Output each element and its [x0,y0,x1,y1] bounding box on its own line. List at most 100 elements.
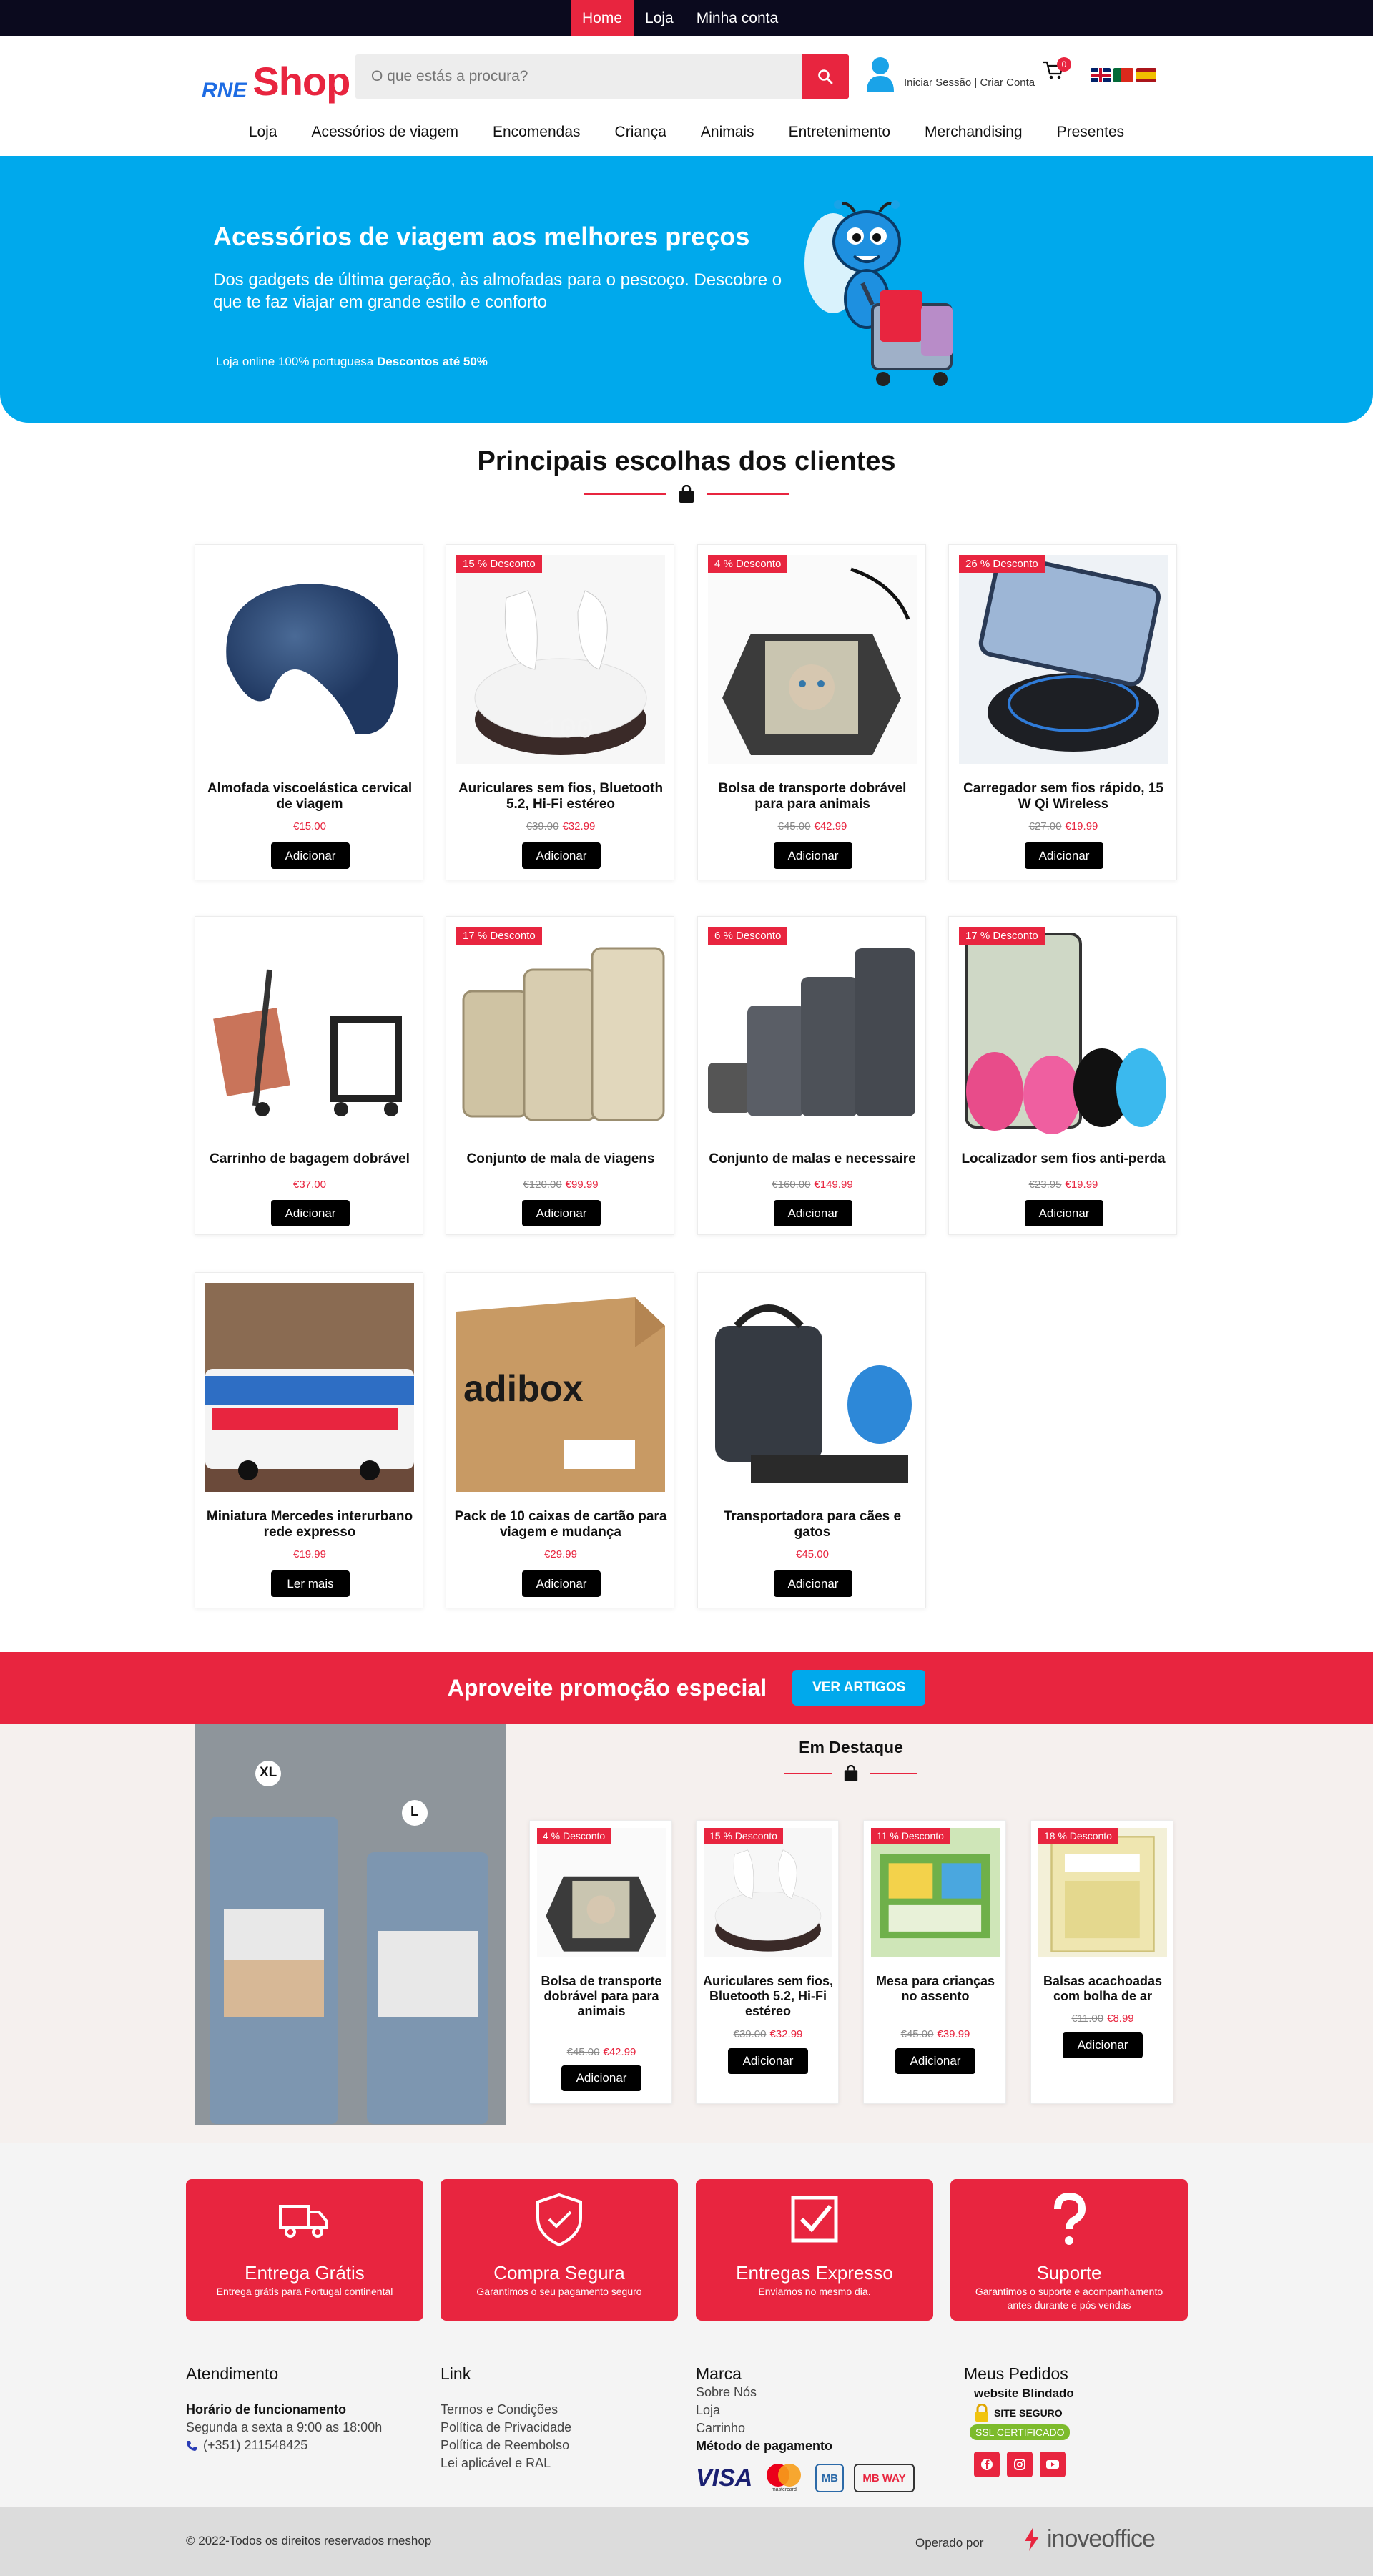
product-card[interactable]: Almofada viscoelástica cervical de viage… [195,544,423,880]
site-logo[interactable]: RNE Shop [202,51,350,102]
footer-link-refund[interactable]: Política de Reembolso [441,2437,669,2454]
product-image[interactable] [205,1283,414,1492]
nav-presentes[interactable]: Presentes [1057,114,1125,150]
product-price: €45.00 [698,1548,927,1560]
nav-acessorios-viagem[interactable]: Acessórios de viagem [312,114,458,150]
product-card[interactable]: 26 % Desconto Carregador sem fios rápido… [948,544,1177,880]
add-to-cart-button[interactable]: Adicionar [728,2048,808,2074]
product-image[interactable] [205,927,414,1136]
featured-product-card[interactable]: 15 % Desconto Auriculares sem fios, Blue… [696,1820,839,2104]
nav-crianca[interactable]: Criança [615,114,666,150]
product-card[interactable]: Miniatura Mercedes interurbano rede expr… [195,1272,423,1608]
product-image[interactable] [537,1828,666,1957]
nav-loja[interactable]: Loja [249,114,277,150]
add-to-cart-button[interactable]: Adicionar [522,1570,601,1597]
view-items-button[interactable]: VER ARTIGOS [792,1670,926,1706]
featured-product-card[interactable]: 11 % Desconto Mesa para crianças no asse… [863,1820,1006,2104]
topnav-minha-conta[interactable]: Minha conta [685,0,789,36]
product-image[interactable] [456,927,665,1136]
add-to-cart-button[interactable]: Adicionar [1025,842,1103,869]
add-to-cart-button[interactable]: Adicionar [1025,1200,1103,1226]
question-icon [1054,2192,1086,2245]
footer-link-about[interactable]: Sobre Nós [696,2384,939,2402]
youtube-icon[interactable] [1040,2452,1066,2477]
product-image[interactable] [959,927,1168,1136]
product-image[interactable] [959,555,1168,764]
add-to-cart-button[interactable]: Adicionar [774,1570,852,1597]
product-title[interactable]: Carrinho de bagagem dobrável [202,1151,417,1167]
product-title[interactable]: Conjunto de malas e necessaire [705,1151,920,1167]
nav-encomendas[interactable]: Encomendas [493,114,581,150]
footer-link-privacy[interactable]: Política de Privacidade [441,2419,669,2437]
read-more-button[interactable]: Ler mais [271,1570,350,1597]
product-title[interactable]: Auriculares sem fios, Bluetooth 5.2, Hi-… [702,1974,834,2019]
operator-name: inoveoffice [1047,2525,1156,2552]
product-title[interactable]: Balsas acachoadas com bolha de ar [1037,1974,1168,2004]
product-card[interactable]: 17 % Desconto Localizador sem fios anti-… [948,916,1177,1235]
product-title[interactable]: Carregador sem fios rápido, 15 W Qi Wire… [956,781,1171,812]
product-card[interactable]: 4 % Desconto Bolsa de transporte dobráve… [697,544,926,880]
product-image[interactable]: adibox [456,1283,665,1492]
product-image[interactable] [708,1283,917,1492]
product-image[interactable] [708,927,917,1136]
add-to-cart-button[interactable]: Adicionar [774,1200,852,1226]
add-to-cart-button[interactable]: Adicionar [271,842,350,869]
product-card[interactable]: Transportadora para cães e gatos €45.00 … [697,1272,926,1608]
phone-number[interactable]: (+351) 211548425 [203,2437,307,2454]
svg-text:100: 100 [542,714,594,747]
featured-product-card[interactable]: 18 % Desconto Balsas acachoadas com bolh… [1030,1820,1173,2104]
add-to-cart-button[interactable]: Adicionar [1063,2032,1143,2058]
product-card[interactable]: 15 % Desconto 100 Auriculares sem fios, … [446,544,674,880]
product-title[interactable]: Transportadora para cães e gatos [705,1509,920,1540]
product-image[interactable] [205,555,414,764]
product-title[interactable]: Localizador sem fios anti-perda [956,1151,1171,1167]
product-title[interactable]: Almofada viscoelástica cervical de viage… [202,781,417,812]
instagram-icon[interactable] [1007,2452,1033,2477]
product-title[interactable]: Auriculares sem fios, Bluetooth 5.2, Hi-… [453,781,668,812]
footer-col-marca: Marca Sobre Nós Loja Carrinho Método de … [696,2364,939,2494]
flag-en-icon[interactable] [1091,68,1111,82]
search-input[interactable] [355,54,799,99]
product-card[interactable]: adibox Pack de 10 caixas de cartão para … [446,1272,674,1608]
nav-animais[interactable]: Animais [701,114,754,150]
facebook-icon[interactable] [974,2452,1000,2477]
add-to-cart-button[interactable]: Adicionar [271,1200,350,1226]
product-card[interactable]: Carrinho de bagagem dobrável €37.00 Adic… [195,916,423,1235]
search-button[interactable] [802,54,849,99]
product-image[interactable] [871,1828,1000,1957]
product-title[interactable]: Mesa para crianças no assento [870,1974,1001,2004]
footer-link-terms[interactable]: Termos e Condições [441,2401,669,2419]
featured-product-card[interactable]: 4 % Desconto Bolsa de transporte dobráve… [529,1820,672,2104]
flag-es-icon[interactable] [1136,68,1156,82]
footer-link-law[interactable]: Lei aplicável e RAL [441,2454,669,2472]
nav-merchandising[interactable]: Merchandising [925,114,1023,150]
product-title[interactable]: Bolsa de transporte dobrável para para a… [536,1974,667,2019]
add-to-cart-button[interactable]: Adicionar [522,1200,601,1226]
add-to-cart-button[interactable]: Adicionar [561,2065,641,2091]
product-title[interactable]: Conjunto de mala de viagens [453,1151,668,1167]
topnav-home[interactable]: Home [571,0,634,36]
product-image[interactable] [704,1828,832,1957]
product-title[interactable]: Pack de 10 caixas de cartão para viagem … [453,1509,668,1540]
product-image[interactable] [1038,1828,1167,1957]
account-link[interactable]: Iniciar Sessão | Criar Conta [865,56,1035,93]
product-card[interactable]: 17 % Desconto Conjunto de mala de viagen… [446,916,674,1235]
phone-line[interactable]: (+351) 211548425 [186,2437,415,2454]
product-image[interactable]: 100 [456,555,665,764]
topnav-loja[interactable]: Loja [634,0,685,36]
nav-entretenimento[interactable]: Entretenimento [789,114,890,150]
footer-link-cart[interactable]: Carrinho [696,2419,939,2437]
product-title[interactable]: Miniatura Mercedes interurbano rede expr… [202,1509,417,1540]
add-to-cart-button[interactable]: Adicionar [522,842,601,869]
shield-icon [536,2193,582,2247]
mbway-logo: MB WAY [854,2464,915,2492]
add-to-cart-button[interactable]: Adicionar [895,2048,975,2074]
product-image[interactable] [708,555,917,764]
product-title[interactable]: Bolsa de transporte dobrável para para a… [705,781,920,812]
flag-pt-icon[interactable] [1113,68,1133,82]
operator-logo[interactable]: inoveoffice [1023,2525,1156,2553]
add-to-cart-button[interactable]: Adicionar [774,842,852,869]
product-card[interactable]: 6 % Desconto Conjunto de malas e necessa… [697,916,926,1235]
footer-link-shop[interactable]: Loja [696,2402,939,2419]
multibanco-logo: MB [815,2464,845,2492]
